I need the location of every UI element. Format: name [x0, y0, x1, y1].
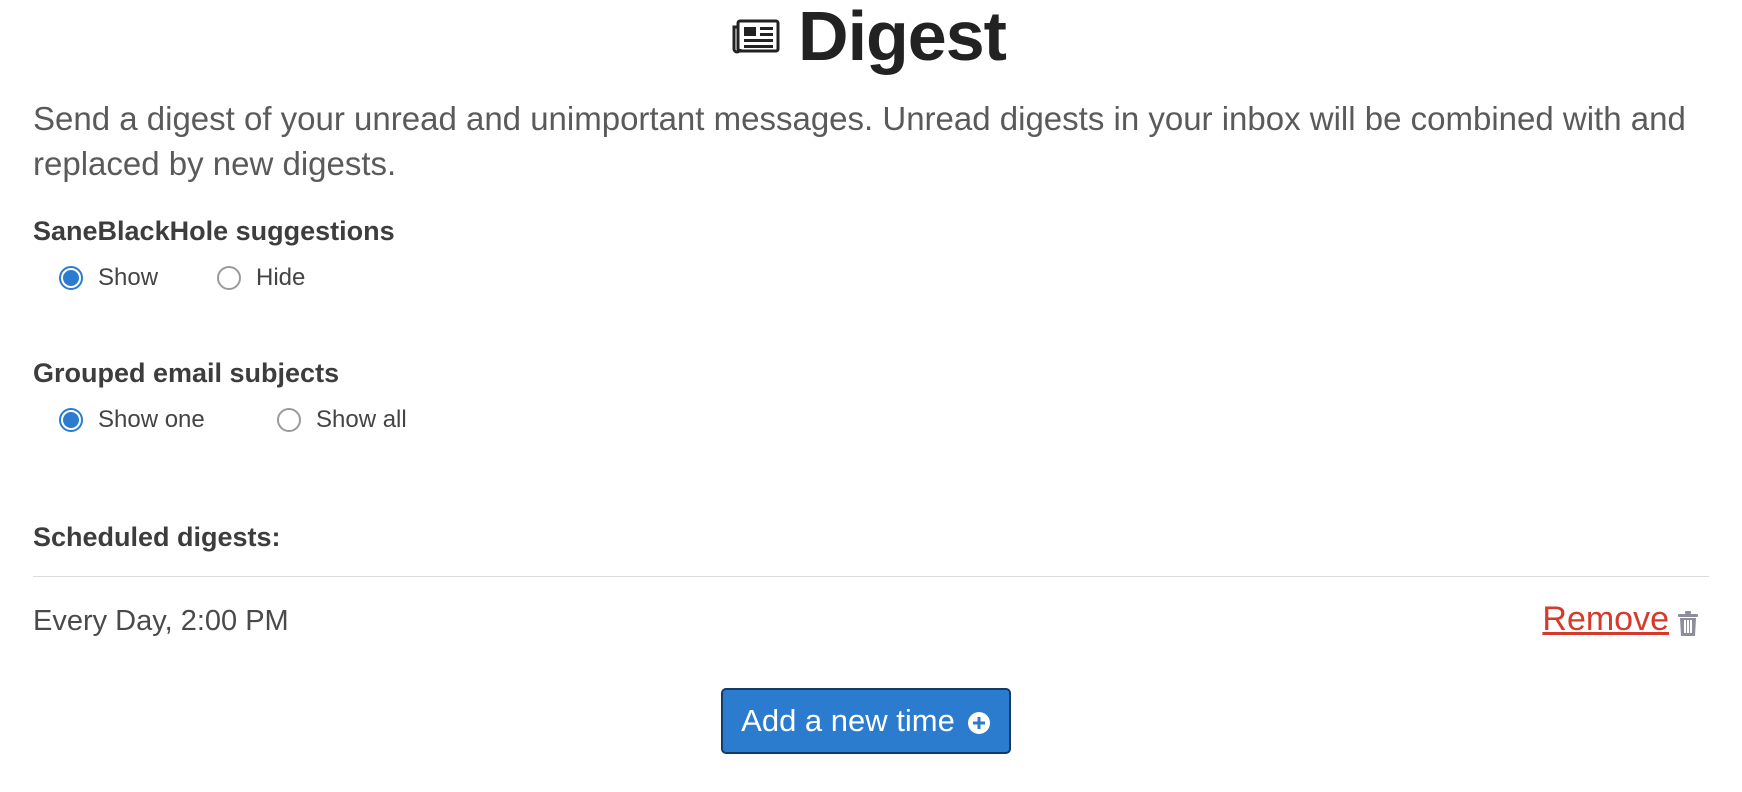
radio-label: Hide	[256, 264, 306, 291]
radio-button-selected[interactable]	[59, 266, 83, 290]
grouped-show-one-option[interactable]: Show one	[59, 406, 277, 434]
grouped-subjects-label: Grouped email subjects	[33, 358, 340, 388]
plus-circle-icon	[967, 711, 990, 734]
newspaper-icon	[732, 19, 780, 54]
suggestions-hide-option[interactable]: Hide	[217, 264, 305, 292]
trash-icon[interactable]	[1677, 610, 1699, 637]
suggestions-label: SaneBlackHole suggestions	[33, 216, 395, 246]
add-button-label: Add a new time	[741, 703, 955, 738]
divider	[33, 576, 1709, 577]
remove-link[interactable]: Remove	[1542, 600, 1677, 639]
radio-label: Show all	[316, 406, 407, 433]
scheduled-digest-time: Every Day, 2:00 PM	[33, 605, 289, 637]
page-title: Digest	[798, 0, 1007, 75]
radio-button-selected[interactable]	[59, 408, 83, 432]
radio-label: Show	[98, 264, 159, 291]
suggestions-radio-group: Show Hide	[59, 264, 305, 292]
radio-button[interactable]	[217, 266, 241, 290]
radio-label: Show one	[98, 406, 205, 433]
add-new-time-button[interactable]: Add a new time	[721, 688, 1011, 754]
scheduled-digests-label: Scheduled digests:	[33, 522, 281, 552]
grouped-show-all-option[interactable]: Show all	[277, 406, 407, 434]
page-header: Digest	[33, 0, 1709, 72]
page-description: Send a digest of your unread and unimpor…	[33, 100, 1686, 182]
grouped-subjects-radio-group: Show one Show all	[59, 406, 407, 434]
suggestions-show-option[interactable]: Show	[59, 264, 217, 292]
remove-digest-control: Remove	[1542, 600, 1699, 639]
radio-button[interactable]	[277, 408, 301, 432]
